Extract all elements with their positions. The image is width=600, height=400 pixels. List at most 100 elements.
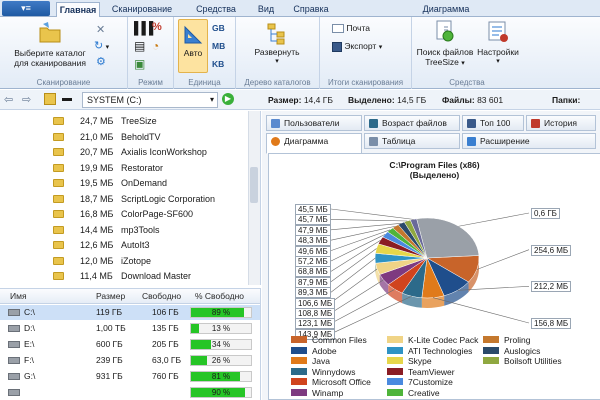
pie-leader-line [330, 208, 414, 220]
mode-age-button[interactable]: ◔ [152, 39, 159, 53]
drive-name: D:\ [24, 323, 35, 333]
unit-mb-button[interactable]: MB [212, 41, 225, 51]
forward-icon[interactable]: ⇨ [22, 93, 31, 106]
legend-swatch [387, 357, 403, 364]
folder-up-icon[interactable] [44, 93, 56, 105]
tab-chart[interactable]: Диаграмма [418, 2, 474, 17]
settings-button[interactable]: Настройки ▾ [476, 19, 520, 67]
close-icon: ✕ [96, 24, 106, 36]
header-size[interactable]: Размер [96, 291, 125, 301]
pie-leader-line [330, 240, 381, 272]
drive-size: 600 ГБ [96, 339, 123, 349]
settings-label: Настройки [477, 47, 519, 57]
tab-diagram[interactable]: Диаграмма [266, 133, 362, 154]
tree-row[interactable]: 12,6 МБ AutoIt3 [0, 238, 247, 252]
tree-row[interactable]: 16,8 МБ ColorPage-SF600 [0, 207, 247, 221]
drive-row[interactable]: E:\ 600 ГБ 205 ГБ 34 % [0, 337, 260, 352]
folder-icon [53, 117, 64, 125]
tab-tools[interactable]: Средства [190, 2, 242, 17]
tab-home[interactable]: Главная [56, 2, 100, 17]
tree-scrollbar[interactable] [248, 111, 260, 285]
drive-row[interactable]: D:\ 1,00 ТБ 135 ГБ 13 % [0, 321, 260, 336]
tree-row[interactable]: 19,9 МБ Restorator [0, 161, 247, 175]
tree-row-size: 14,4 МБ [80, 224, 114, 235]
export-button[interactable]: Экспорт ▾ [332, 41, 382, 52]
refresh-icon: ↻ [94, 40, 104, 52]
stop-scan-button[interactable]: ✕ [96, 23, 105, 36]
pie-leader-line [433, 297, 530, 324]
header-name[interactable]: Имя [10, 291, 27, 301]
expand-button[interactable]: Развернуть ▾ [246, 21, 308, 67]
tab-file-age[interactable]: Возраст файлов [364, 115, 460, 131]
picture-icon: ▣ [134, 57, 146, 71]
legend-label: Auslogics [504, 345, 541, 356]
pie-value-label: 254,6 МБ [531, 244, 572, 256]
free-percent-label: 89 % [211, 308, 231, 317]
folder-icon [53, 132, 64, 141]
go-icon[interactable]: ▶ [222, 93, 234, 105]
tab-extension[interactable]: Расширение [462, 133, 596, 149]
drive-row[interactable]: F:\ 239 ГБ 63,0 ГБ 26 % [0, 353, 260, 368]
folder-icon [53, 210, 64, 218]
tree-scrollbar-thumb[interactable] [250, 167, 258, 203]
tree-row[interactable]: 18,7 МБ ScriptLogic Corporation [0, 192, 247, 206]
tree-row-name: TreeSize [121, 116, 157, 126]
drive-name: E:\ [24, 339, 35, 349]
tab-scan[interactable]: Сканирование [106, 2, 178, 17]
tab-view[interactable]: Вид [252, 2, 280, 17]
pie-icon [271, 137, 280, 146]
tab-table[interactable]: Таблица [364, 133, 460, 149]
settings-small-button[interactable]: ⚙ [96, 55, 106, 68]
back-icon[interactable]: ⇦ [4, 93, 13, 106]
legend-label: 7Customize [408, 377, 453, 387]
tree-row-size: 19,9 МБ [80, 162, 114, 173]
mode-percent-button[interactable]: % [152, 21, 162, 33]
chart-title: C:\Program Files (x86) [389, 160, 480, 170]
drive-row[interactable]: G:\ 931 ГБ 760 ГБ 81 % [0, 369, 260, 384]
legend-label: Common Files [312, 335, 367, 345]
pie-value-label: 123,1 МБ [295, 318, 336, 330]
tab-history[interactable]: История [526, 115, 596, 131]
mode-type-button[interactable]: ▣ [134, 57, 145, 71]
unit-auto-button[interactable]: Авто [178, 19, 208, 73]
drive-free: 135 ГБ [152, 323, 179, 333]
legend-swatch [387, 367, 403, 375]
tab-help[interactable]: Справка [290, 2, 332, 17]
tree-row[interactable]: 19,5 МБ OnDemand [0, 176, 247, 190]
drive-row[interactable]: 90 % [0, 385, 260, 400]
drive-icon [8, 389, 20, 396]
unit-gb-button[interactable]: GB [212, 23, 225, 33]
drive-name: C:\ [24, 307, 35, 317]
refresh-button[interactable]: ↻ ▾ [94, 39, 109, 52]
folder-icon [53, 241, 64, 249]
mail-button[interactable]: Почта [332, 23, 370, 34]
legend-label: ATI Technologies [408, 345, 473, 356]
drive-row[interactable]: C:\ 119 ГБ 106 ГБ 89 % [0, 305, 260, 320]
drive-name: G:\ [24, 371, 36, 381]
path-combobox[interactable]: SYSTEM (C:) ▾ [82, 92, 218, 108]
tab-top100[interactable]: Топ 100 [462, 115, 524, 131]
mode-files-button[interactable]: ▤ [134, 39, 145, 53]
tree-row[interactable]: 11,4 МБ Download Master [0, 269, 247, 283]
group-mode-label: Режим [138, 78, 163, 87]
legend-swatch [483, 336, 499, 343]
legend-label: K-Lite Codec Pack [408, 335, 479, 345]
unit-kb-button[interactable]: KB [212, 59, 224, 69]
tree-row[interactable]: 20,7 МБ Axialis IconWorkshop [0, 145, 247, 159]
tree-row-name: mp3Tools [121, 224, 160, 235]
legend-label: TeamViewer [408, 366, 455, 377]
folder-icon [53, 256, 64, 265]
stat-files: Файлы: 83 601 [442, 95, 504, 105]
tree-row[interactable]: 14,4 МБ mp3Tools [0, 223, 247, 237]
app-menu-button[interactable]: ▾≡ [2, 1, 50, 16]
header-free-percent[interactable]: % Свободно [195, 291, 244, 301]
tree-row[interactable]: 12,0 МБ iZotope [0, 254, 247, 268]
header-free[interactable]: Свободно [142, 291, 181, 301]
tree-row[interactable]: 21,0 МБ BeholdTV [0, 130, 247, 144]
select-directory-label-1: Выберите каталог [14, 48, 86, 58]
search-files-button[interactable]: Поиск файлов TreeSize ▾ [416, 19, 474, 69]
tree-row[interactable]: 24,7 МБ TreeSize [0, 114, 247, 128]
tab-users[interactable]: Пользователи [266, 115, 362, 131]
menu-icon: ▾≡ [21, 3, 31, 13]
select-directory-button[interactable]: Выберите каталог для сканирования [8, 20, 92, 68]
